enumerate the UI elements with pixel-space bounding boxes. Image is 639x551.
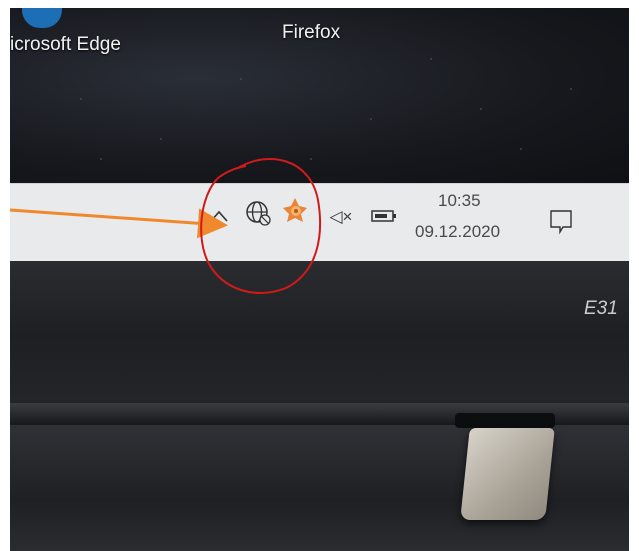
annotation-overlay: [9, 158, 321, 294]
image-margin: [0, 0, 10, 551]
annotation-arrow: [9, 208, 228, 239]
